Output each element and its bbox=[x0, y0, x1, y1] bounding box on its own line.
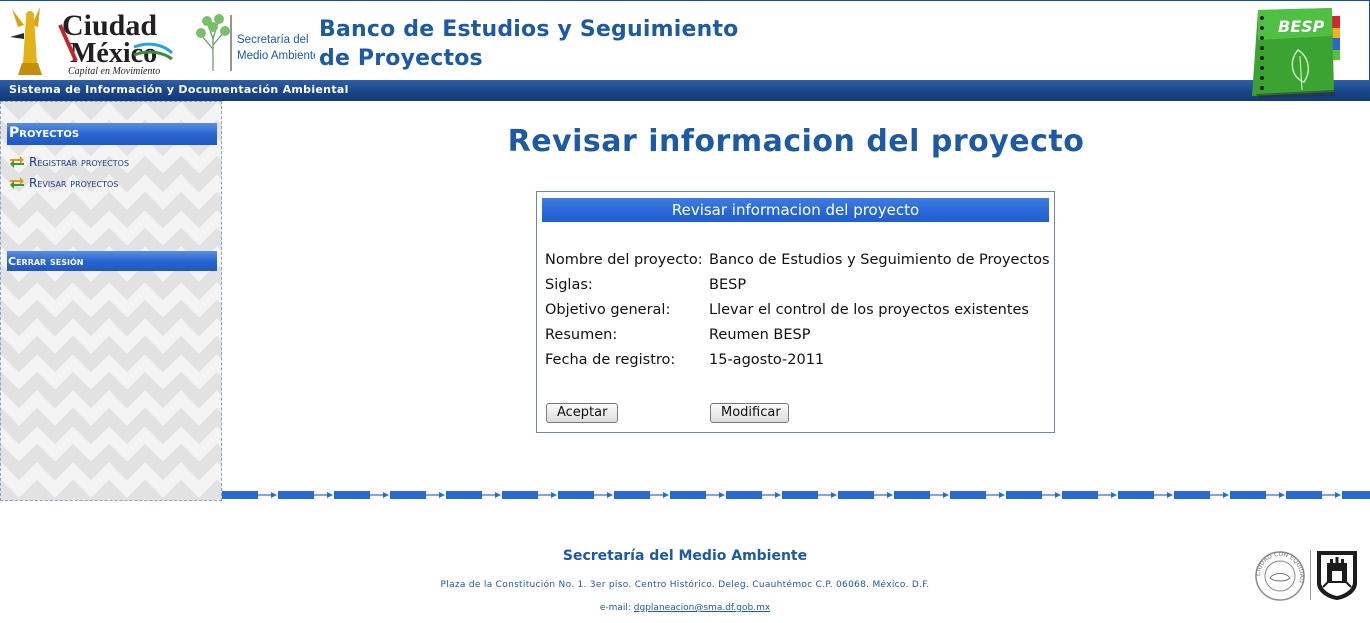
email-link[interactable]: dgplaneacion@sma.df.gob.mx bbox=[634, 603, 770, 613]
dash-segment bbox=[502, 491, 538, 499]
field-value: Llevar el control de los proyectos exist… bbox=[709, 302, 1029, 318]
field-value: Banco de Estudios y Seguimiento de Proye… bbox=[709, 252, 1050, 268]
dash-segment bbox=[558, 491, 594, 499]
dash-arrowhead bbox=[943, 492, 949, 498]
field-label: Resumen: bbox=[545, 327, 618, 343]
dash-segment bbox=[670, 491, 706, 499]
dash-segment bbox=[222, 491, 258, 499]
dash-segment bbox=[950, 491, 986, 499]
svg-text:Medio Ambiente: Medio Ambiente bbox=[237, 50, 315, 62]
sidebar-item-revisar-proyectos[interactable]: Revisar proyectos bbox=[9, 174, 118, 192]
field-label: Objetivo general: bbox=[545, 302, 671, 318]
dash-segment bbox=[782, 491, 818, 499]
swap-arrows-icon bbox=[10, 177, 24, 189]
system-subtitle: Sistema de Información y Documentación A… bbox=[9, 83, 349, 96]
dash-arrowhead bbox=[271, 492, 277, 498]
dash-arrowhead bbox=[663, 492, 669, 498]
dash-segment bbox=[838, 491, 874, 499]
dash-segment bbox=[334, 491, 370, 499]
field-value: Reumen BESP bbox=[709, 327, 811, 343]
sidebar-item-label: Registrar proyectos bbox=[29, 155, 130, 169]
accept-button[interactable]: Aceptar bbox=[546, 403, 618, 423]
app-header: Ciudad México Capital en Movimiento Secr… bbox=[0, 0, 1370, 80]
seal-divider bbox=[1310, 550, 1311, 600]
dash-segment bbox=[1286, 491, 1322, 499]
decorative-dash-arrow-line bbox=[222, 491, 1370, 499]
ciudad-de-mexico-logo: Ciudad México Capital en Movimiento bbox=[10, 7, 174, 77]
dash-segment bbox=[894, 491, 930, 499]
field-value: BESP bbox=[709, 277, 747, 293]
dash-arrowhead bbox=[719, 492, 725, 498]
svg-text:BESP: BESP bbox=[1278, 17, 1325, 36]
dash-arrowhead bbox=[383, 492, 389, 498]
besp-notebook-logo: BESP bbox=[1252, 8, 1340, 98]
panel-header: Revisar informacion del proyecto bbox=[542, 198, 1049, 222]
footer-address: Plaza de la Constitución No. 1. 3er piso… bbox=[440, 580, 930, 590]
dash-arrowhead bbox=[887, 492, 893, 498]
footer-email: e-mail: dgplaneacion@sma.df.gob.mx bbox=[0, 603, 1370, 613]
dash-segment bbox=[1230, 491, 1266, 499]
ciudad-con-equidad-seal: CIUDAD CON EQUIDAD bbox=[1255, 551, 1305, 601]
dash-segment bbox=[390, 491, 426, 499]
modify-button[interactable]: Modificar bbox=[710, 403, 789, 423]
field-label: Nombre del proyecto: bbox=[545, 252, 703, 268]
sidebar-header-projects: Proyectos bbox=[7, 123, 217, 145]
swap-arrows-icon bbox=[10, 156, 24, 168]
dash-arrowhead bbox=[1335, 492, 1341, 498]
city-coat-of-arms-icon bbox=[1317, 551, 1357, 600]
dash-arrowhead bbox=[1167, 492, 1173, 498]
svg-text:CIUDAD CON EQUIDAD: CIUDAD CON EQUIDAD bbox=[1255, 551, 1305, 584]
app-title: Banco de Estudios y Seguimiento de Proye… bbox=[319, 17, 739, 71]
field-label: Fecha de registro: bbox=[545, 352, 676, 368]
dash-segment bbox=[1174, 491, 1210, 499]
page-title: Revisar informacion del proyecto bbox=[507, 124, 1085, 159]
dash-arrowhead bbox=[439, 492, 445, 498]
dash-segment bbox=[1006, 491, 1042, 499]
dash-segment bbox=[278, 491, 314, 499]
dash-arrowhead bbox=[551, 492, 557, 498]
dash-arrowhead bbox=[1223, 492, 1229, 498]
dash-segment bbox=[1118, 491, 1154, 499]
dash-arrowhead bbox=[1055, 492, 1061, 498]
dash-arrowhead bbox=[999, 492, 1005, 498]
dash-arrowhead bbox=[495, 492, 501, 498]
field-value: 15-agosto-2011 bbox=[709, 352, 825, 368]
dash-segment bbox=[446, 491, 482, 499]
secretaria-medio-ambiente-logo: Secretaría del Medio Ambiente bbox=[196, 14, 315, 71]
dash-segment bbox=[614, 491, 650, 499]
dash-arrowhead bbox=[607, 492, 613, 498]
dash-arrowhead bbox=[831, 492, 837, 498]
sidebar-item-label: Revisar proyectos bbox=[29, 176, 119, 190]
dash-segment bbox=[726, 491, 762, 499]
dash-arrowhead bbox=[1111, 492, 1117, 498]
sidebar-item-registrar-proyectos[interactable]: Registrar proyectos bbox=[9, 153, 129, 171]
field-label: Siglas: bbox=[545, 277, 593, 293]
svg-text:Capital en Movimiento: Capital en Movimiento bbox=[68, 66, 160, 77]
sidebar: Proyectos Registrar proyectos Revisar pr… bbox=[0, 101, 222, 501]
dash-arrowhead bbox=[775, 492, 781, 498]
footer-title: Secretaría del Medio Ambiente bbox=[562, 548, 808, 564]
svg-text:Secretaría del: Secretaría del bbox=[237, 34, 309, 46]
project-info-panel: Revisar informacion del proyecto Nombre … bbox=[536, 191, 1055, 433]
system-subtitle-bar: Sistema de Información y Documentación A… bbox=[0, 80, 1370, 101]
logout-link[interactable]: Cerrar sesión bbox=[7, 251, 217, 271]
dash-arrowhead bbox=[327, 492, 333, 498]
dash-arrowhead bbox=[1279, 492, 1285, 498]
dash-segment bbox=[1342, 491, 1370, 499]
dash-segment bbox=[1062, 491, 1098, 499]
footer-email-prefix: e-mail: bbox=[599, 603, 631, 613]
